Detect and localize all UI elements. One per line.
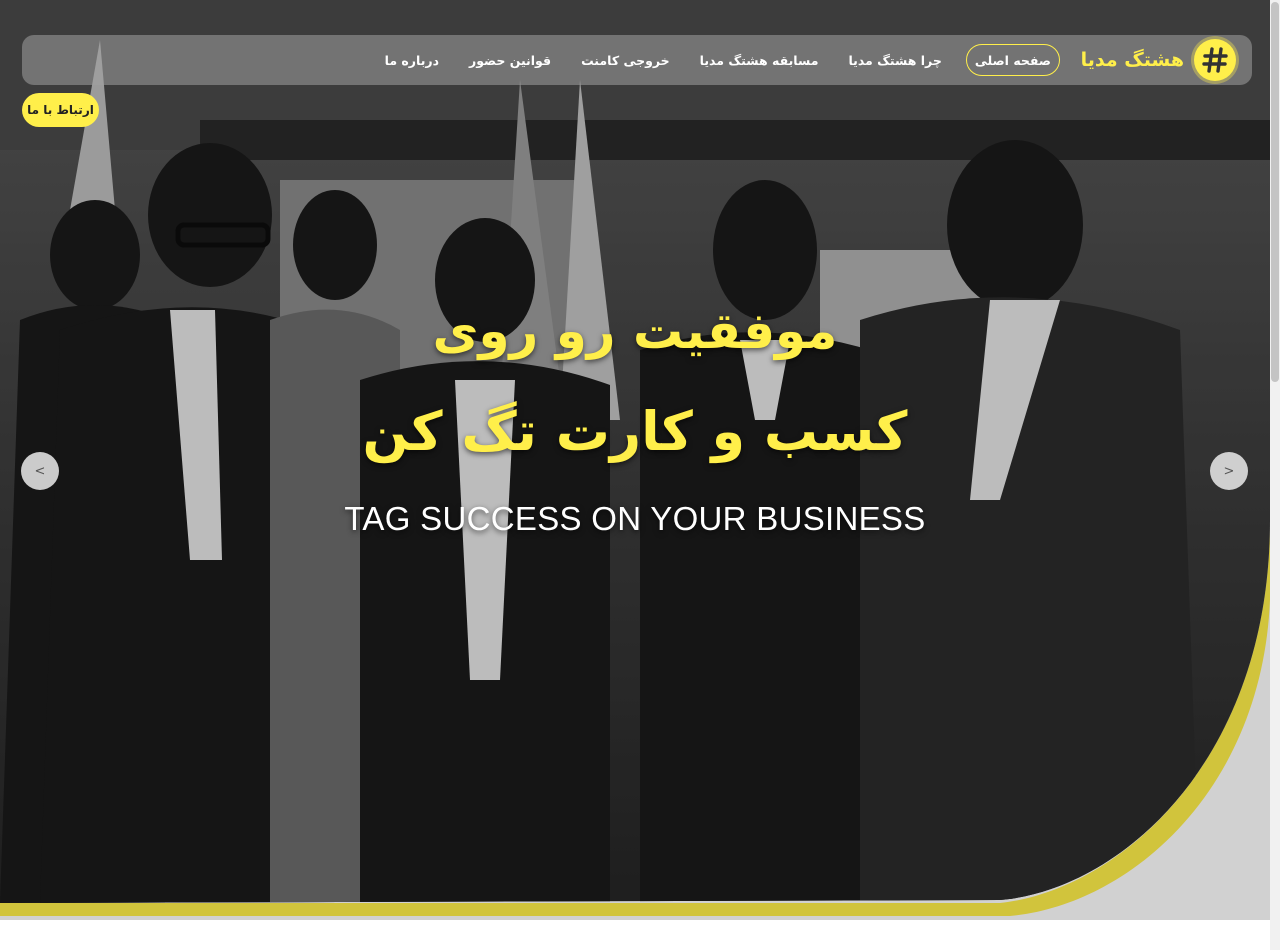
nav-item-about[interactable]: درباره ما xyxy=(377,45,447,75)
main-menu: صفحه اصلی چرا هشتگ مدیا مسابقه هشتگ مدیا… xyxy=(363,44,1060,76)
top-navbar: هشتگ مدیا صفحه اصلی چرا هشتگ مدیا مسابقه… xyxy=(22,35,1252,85)
nav-item-why[interactable]: چرا هشتگ مدیا xyxy=(840,45,949,75)
nav-item-attendance-rules[interactable]: قوانین حضور xyxy=(461,45,559,75)
slider-prev-button[interactable]: < xyxy=(21,452,59,490)
hero-section: موفقیت رو روی کسب و کارت تگ کن TAG SUCCE… xyxy=(0,0,1280,920)
nav-item-contest[interactable]: مسابقه هشتگ مدیا xyxy=(692,45,827,75)
hero-headline-line1: موفقیت رو روی xyxy=(432,302,838,360)
slider-next-button[interactable]: > xyxy=(1210,452,1248,490)
brand-name: هشتگ مدیا xyxy=(1080,49,1184,71)
contact-us-button[interactable]: ارتباط با ما xyxy=(22,93,99,127)
nav-item-comment-output[interactable]: خروجی کامنت xyxy=(573,45,678,75)
hashtag-logo-icon xyxy=(1194,39,1236,81)
hero-headline-line2: کسب و کارت تگ کن xyxy=(362,400,908,463)
scrollbar[interactable] xyxy=(1270,0,1280,950)
nav-item-home[interactable]: صفحه اصلی xyxy=(965,44,1060,76)
hero-subtitle: TAG SUCCESS ON YOUR BUSINESS xyxy=(344,500,926,537)
brand[interactable]: هشتگ مدیا xyxy=(1081,39,1236,81)
scrollbar-thumb[interactable] xyxy=(1271,2,1279,382)
